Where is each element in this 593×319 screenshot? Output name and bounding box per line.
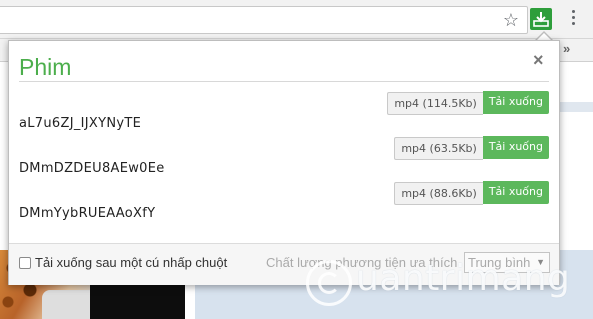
video-downloader-popup: Phim × mp4 (114.5Kb) Tải xuống aL7u6ZJ_I… — [8, 40, 560, 285]
video-name: DMmYybRUEAAoXfY — [19, 206, 156, 221]
quality-select[interactable]: Trung bình ▼ — [464, 252, 550, 273]
format-size-label[interactable]: mp4 (88.6Kb) — [394, 182, 483, 205]
download-button[interactable]: Tải xuống — [482, 136, 549, 159]
format-size-label[interactable]: mp4 (114.5Kb) — [387, 92, 483, 115]
download-button[interactable]: Tải xuống — [482, 91, 549, 114]
download-button-group: mp4 (63.5Kb) Tải xuống — [394, 136, 549, 160]
download-extension-button[interactable] — [530, 8, 552, 30]
chevron-down-icon: ▼ — [536, 257, 545, 267]
star-icon[interactable]: ☆ — [503, 9, 519, 31]
one-click-download-checkbox[interactable] — [19, 257, 31, 269]
title-divider — [19, 81, 549, 82]
format-size-label[interactable]: mp4 (63.5Kb) — [394, 137, 483, 160]
one-click-download-label[interactable]: Tải xuống sau một cú nhấp chuột — [35, 255, 227, 270]
download-button-group: mp4 (88.6Kb) Tải xuống — [394, 181, 549, 205]
popup-title: Phim — [19, 54, 72, 80]
video-name: aL7u6ZJ_IJXYNyTE — [19, 116, 142, 131]
quality-select-value: Trung bình — [468, 255, 531, 270]
bookmarks-overflow-icon[interactable]: » — [563, 41, 570, 56]
download-icon — [533, 12, 549, 27]
download-button[interactable]: Tải xuống — [482, 181, 549, 204]
video-item: mp4 (63.5Kb) Tải xuống DMmDZDEU8AEw0Ee — [19, 136, 549, 183]
video-item: mp4 (88.6Kb) Tải xuống DMmYybRUEAAoXfY — [19, 181, 549, 228]
video-item: mp4 (114.5Kb) Tải xuống aL7u6ZJ_IJXYNyTE — [19, 91, 549, 138]
address-bar[interactable]: ☆ — [0, 6, 528, 34]
close-icon[interactable]: × — [533, 51, 544, 69]
more-vertical-icon[interactable] — [570, 10, 576, 28]
video-name: DMmDZDEU8AEw0Ee — [19, 161, 165, 176]
popup-footer: Tải xuống sau một cú nhấp chuột Chất lượ… — [9, 243, 559, 285]
quality-label: Chất lượng phương tiện ưa thích — [266, 255, 458, 270]
download-button-group: mp4 (114.5Kb) Tải xuống — [387, 91, 549, 115]
browser-toolbar: ☆ — [0, 0, 593, 39]
